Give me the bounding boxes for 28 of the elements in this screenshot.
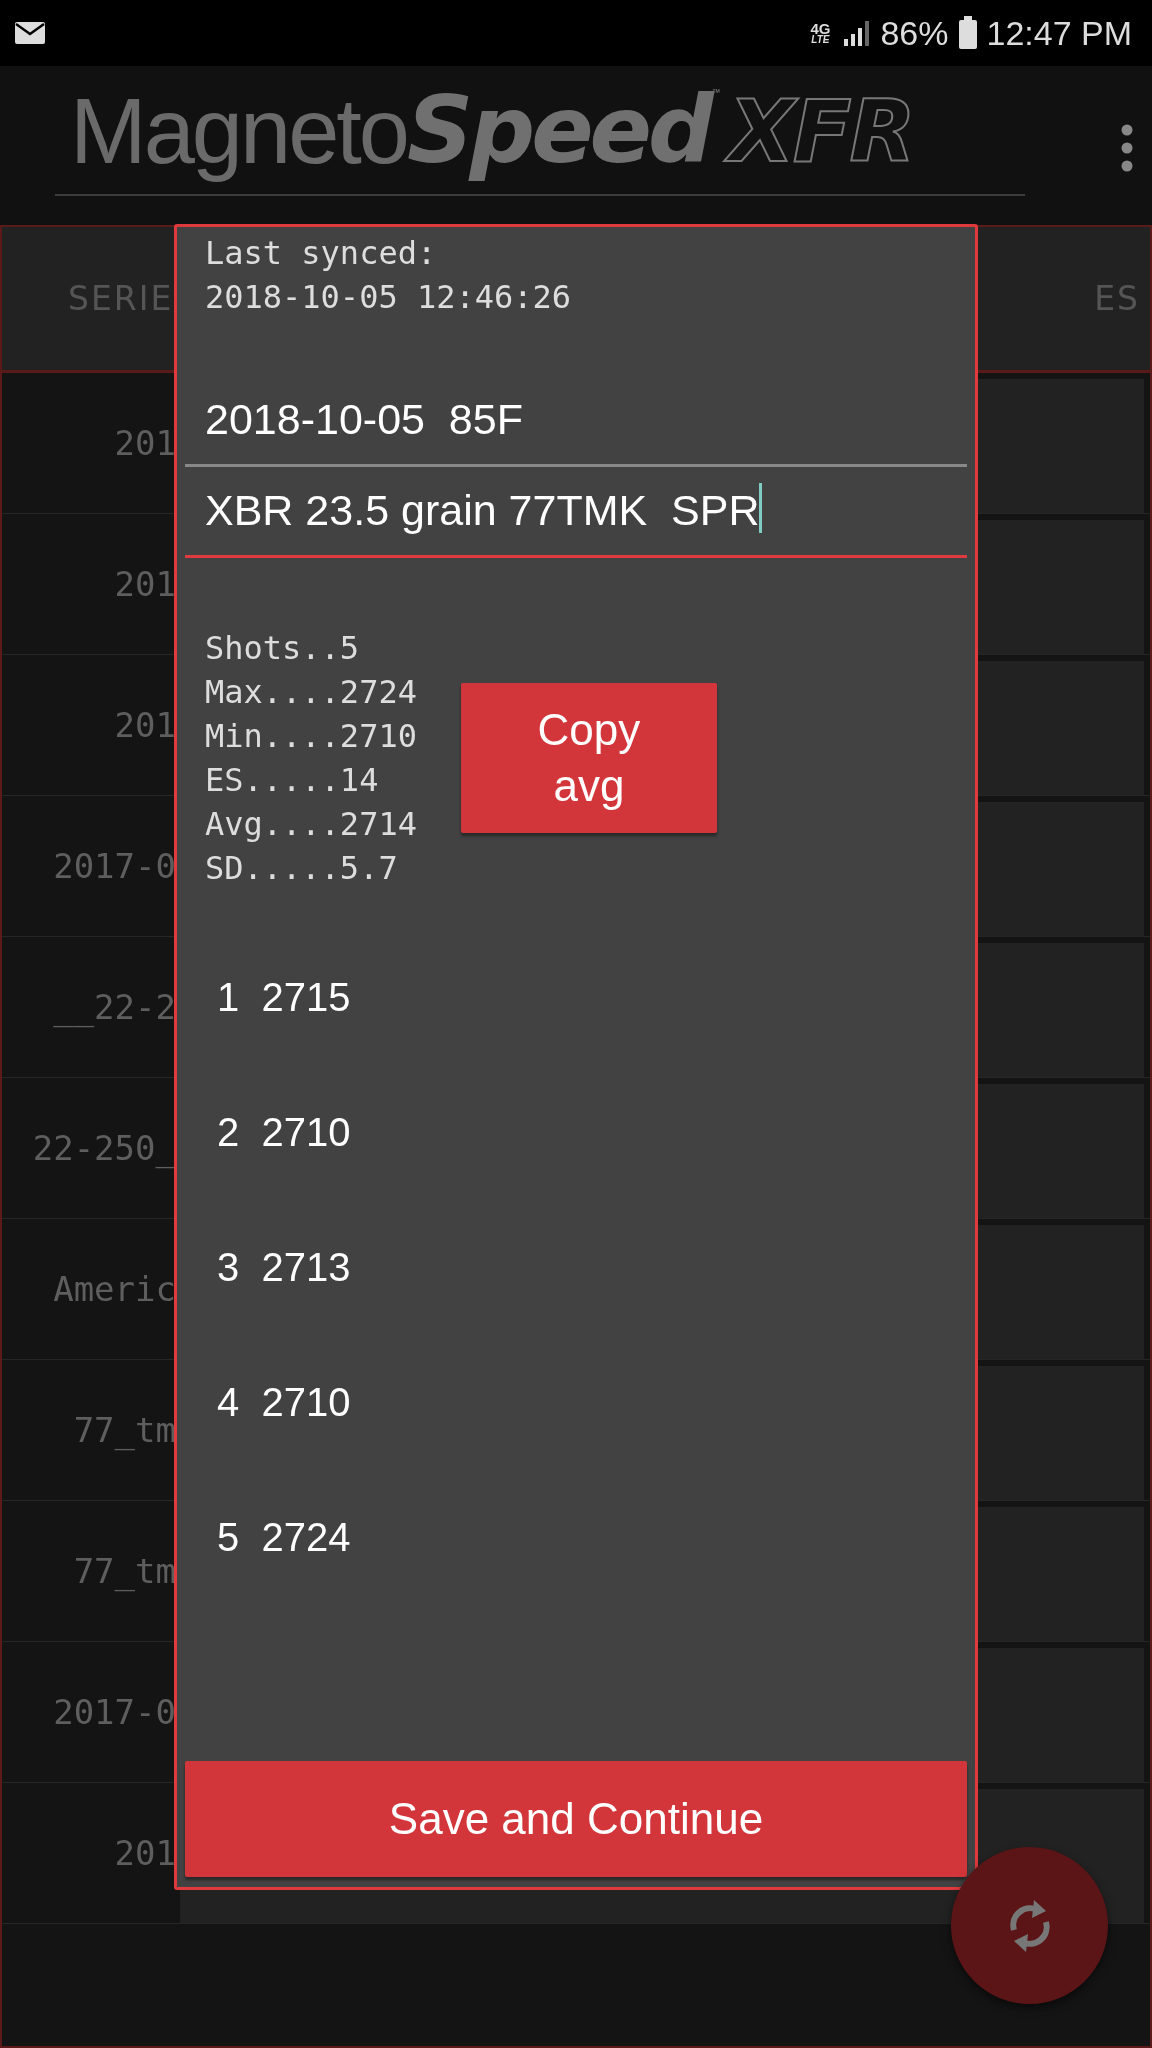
shot-reading: 3 2713 <box>217 1245 351 1290</box>
shot-reading: 1 2715 <box>217 975 351 1020</box>
save-button[interactable]: Save and Continue <box>185 1761 967 1877</box>
input-field[interactable]: 2018-10-05 85F <box>185 395 967 467</box>
trademark-mark: ™ <box>711 86 721 102</box>
menu-icon[interactable] <box>1120 124 1134 172</box>
logo-text: Speed <box>407 76 710 186</box>
logo-text: XFR <box>724 76 928 186</box>
network-type: 4G <box>810 21 831 36</box>
copy-avg-button[interactable]: Copy avg <box>460 683 717 833</box>
stat-line: Max....2724 <box>205 672 417 713</box>
battery-icon <box>958 16 979 50</box>
battery-percent: 86% <box>880 13 949 53</box>
stat-line: Min....2710 <box>205 716 417 757</box>
stat-line: SD.....5.7 <box>205 848 399 889</box>
input-field[interactable]: XBR 23.5 grain 77TMK SPR <box>185 483 967 558</box>
shot-reading: 2 2710 <box>217 1110 351 1155</box>
network-sub: LTE <box>811 35 830 45</box>
stat-line: ES.....14 <box>205 760 380 801</box>
shot-reading: 4 2710 <box>217 1380 351 1425</box>
shot-reading: 5 2724 <box>217 1515 351 1560</box>
sync-label: Last synced: <box>205 233 438 274</box>
sync-time: 2018-10-05 12:46:26 <box>205 277 573 318</box>
mail-icon <box>14 21 46 45</box>
clock-time: 12:47 PM <box>986 13 1132 53</box>
logo-text: Magneto <box>70 79 408 184</box>
stat-line: Avg....2714 <box>205 804 417 845</box>
stat-line: Shots..5 <box>205 628 361 669</box>
